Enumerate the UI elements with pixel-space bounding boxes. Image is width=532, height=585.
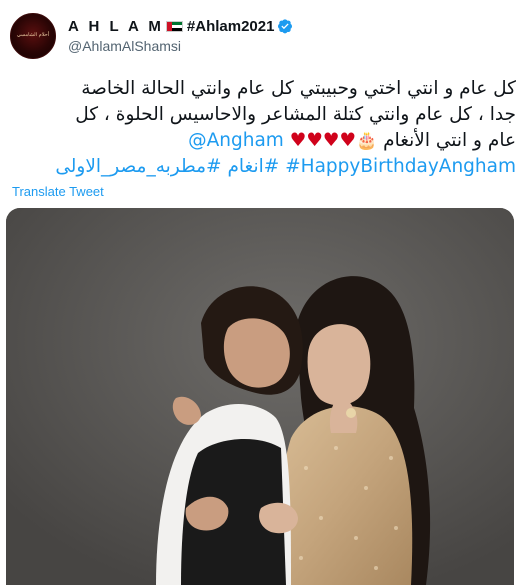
- birthday-cake-icon: 🎂: [356, 131, 378, 151]
- tweet-text-line-3: عام و انتي الأنغام 🎂♥♥♥♥ @Angham: [10, 128, 516, 154]
- tweet-text-line-2: جدا ، كل عام وانتي كتلة المشاعر والاحاسي…: [75, 104, 516, 125]
- tweet-text-line-1: كل عام و انتي اختي وحبيبتي كل عام وانتي …: [81, 78, 516, 99]
- display-name[interactable]: A H L A M: [68, 18, 164, 35]
- tweet-card: أحلام الشامسي A H L A M #Ahlam2021 @Ahla…: [0, 0, 532, 585]
- author-handle[interactable]: @AhlamAlShamsi: [68, 38, 293, 54]
- verified-badge-icon: [278, 19, 293, 34]
- avatar[interactable]: أحلام الشامسي: [10, 13, 56, 59]
- tweet-photo[interactable]: [6, 208, 514, 585]
- hashtag-link[interactable]: #مطربه_مصر_الاولى: [55, 156, 221, 177]
- name-hashtag[interactable]: #Ahlam2021: [187, 18, 275, 35]
- uae-flag-icon: [165, 20, 183, 32]
- hearts-icon: ♥♥♥♥: [289, 130, 357, 151]
- hashtag-link[interactable]: #HappyBirthdayAngham: [285, 156, 516, 177]
- translate-tweet-link[interactable]: Translate Tweet: [12, 184, 518, 199]
- hashtag-link[interactable]: #انغام: [227, 156, 279, 177]
- name-line: A H L A M #Ahlam2021: [68, 15, 293, 37]
- hashtags-row: #HappyBirthdayAngham #انغام #مطربه_مصر_ا…: [10, 154, 520, 180]
- photo-illustration: [6, 208, 514, 585]
- tweet-header: أحلام الشامسي A H L A M #Ahlam2021 @Ahla…: [10, 10, 518, 68]
- mention-link[interactable]: @Angham: [188, 130, 284, 151]
- avatar-text: أحلام الشامسي: [16, 32, 50, 39]
- tweet-text: كل عام و انتي اختي وحبيبتي كل عام وانتي …: [10, 76, 520, 154]
- author-names: A H L A M #Ahlam2021 @AhlamAlShamsi: [68, 10, 293, 54]
- tweet-text-line-3-text: عام و انتي الأنغام: [383, 130, 516, 151]
